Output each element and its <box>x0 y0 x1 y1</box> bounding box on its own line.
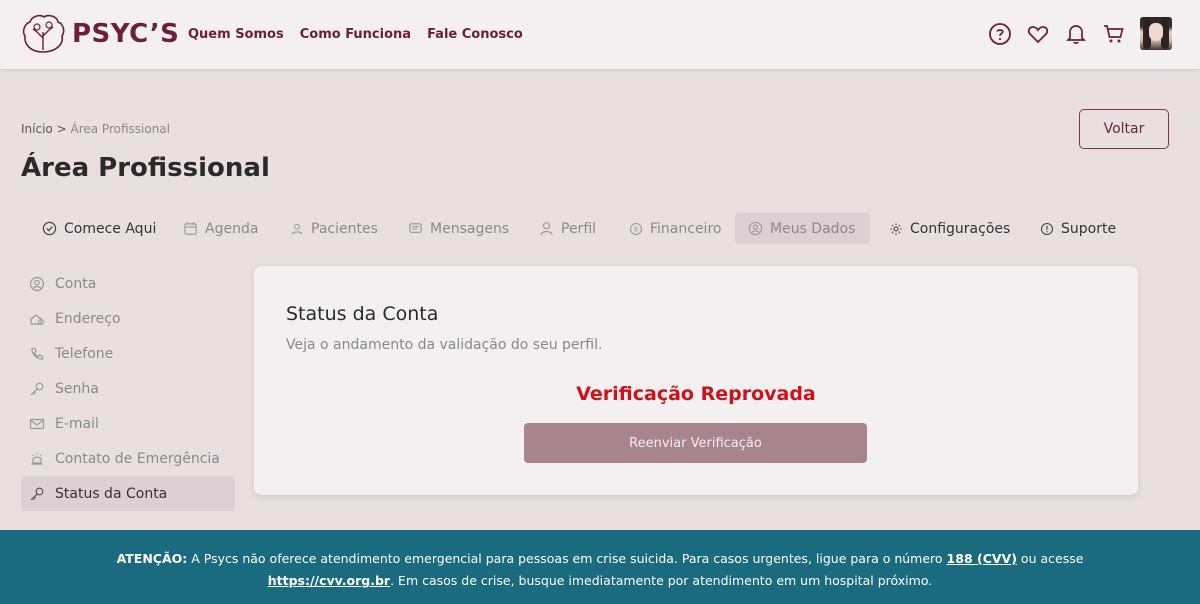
tab-mensagens[interactable]: Mensagens <box>395 213 522 244</box>
breadcrumb-separator: > <box>56 122 67 136</box>
heart-icon[interactable] <box>1026 22 1050 46</box>
footer-text-3: . Em casos de crise, busque imediatament… <box>390 573 933 588</box>
breadcrumb-current: Área Profissional <box>70 122 170 136</box>
dollar-icon: $ <box>629 222 643 235</box>
emergency-notice-footer: ATENÇÃO: A Psycs não oferece atendimento… <box>0 530 1200 604</box>
phone-icon <box>31 347 44 360</box>
side-item-label: Status da Conta <box>55 485 168 502</box>
footer-text-1: A Psycs não oferece atendimento emergenc… <box>187 551 947 566</box>
svg-text:$: $ <box>634 225 638 233</box>
home-icon <box>30 313 45 325</box>
page-title: Área Profissional <box>21 153 270 183</box>
tab-label: Perfil <box>561 220 597 237</box>
cart-icon[interactable] <box>1102 22 1126 46</box>
tab-meus-dados[interactable]: Meus Dados <box>735 213 870 244</box>
mail-icon <box>29 418 45 429</box>
breadcrumb: Início > Área Profissional <box>21 122 170 136</box>
footer-text-2: ou acesse <box>1016 551 1084 566</box>
tab-perfil[interactable]: Perfil <box>526 213 609 244</box>
side-item-label: E-mail <box>55 415 99 432</box>
nav-quem-somos[interactable]: Quem Somos <box>188 27 284 42</box>
brand-name: PSYC’S <box>72 19 180 49</box>
resend-verification-button[interactable]: Reenviar Verificação <box>524 423 867 463</box>
tab-comece-aqui[interactable]: Comece Aqui <box>29 213 169 244</box>
card-subtitle: Veja o andamento da validação do seu per… <box>286 337 603 353</box>
nav-como-funciona[interactable]: Como Funciona <box>300 27 411 42</box>
user-icon <box>291 223 303 234</box>
user-circle-icon <box>748 221 763 236</box>
avatar[interactable] <box>1140 17 1172 50</box>
tab-label: Comece Aqui <box>64 220 157 237</box>
user-circle-icon <box>29 276 45 291</box>
side-menu: Conta Endereço Telefone Senha E-mail Con… <box>21 266 235 511</box>
bell-icon[interactable] <box>1064 22 1088 46</box>
tab-configuracoes[interactable]: Configurações <box>876 213 1023 244</box>
side-item-label: Contato de Emergência <box>55 450 220 467</box>
gear-icon <box>890 222 902 235</box>
breadcrumb-home[interactable]: Início <box>21 122 53 136</box>
side-item-endereco[interactable]: Endereço <box>21 301 235 336</box>
tab-label: Mensagens <box>430 220 510 237</box>
tab-label: Configurações <box>910 220 1011 237</box>
side-item-label: Conta <box>55 275 97 292</box>
side-item-senha[interactable]: Senha <box>21 371 235 406</box>
message-icon <box>409 223 422 233</box>
key-icon <box>30 382 44 395</box>
calendar-icon <box>184 222 197 235</box>
tab-bar: Comece Aqui Agenda Pacientes Mensagens P… <box>0 213 1200 244</box>
info-icon <box>1040 222 1054 235</box>
alarm-icon <box>31 453 43 465</box>
card-title: Status da Conta <box>286 303 439 325</box>
side-item-label: Telefone <box>55 345 114 362</box>
logo[interactable]: PSYC’S <box>20 12 179 56</box>
tab-suporte[interactable]: Suporte <box>1027 213 1129 244</box>
tab-label: Agenda <box>205 220 259 237</box>
footer-line: https://cvv.org.br. Em casos de crise, b… <box>0 570 1200 592</box>
tab-label: Pacientes <box>311 220 378 237</box>
side-item-conta[interactable]: Conta <box>21 266 235 301</box>
header-actions <box>988 17 1172 50</box>
cvv-site-link[interactable]: https://cvv.org.br <box>268 573 390 588</box>
nav-fale-conosco[interactable]: Fale Conosco <box>427 27 523 42</box>
tab-label: Financeiro <box>650 220 722 237</box>
cvv-phone-link[interactable]: 188 (CVV) <box>947 551 1017 566</box>
person-icon <box>540 222 553 236</box>
top-header: PSYC’S Quem Somos Como Funciona Fale Con… <box>0 0 1200 69</box>
side-item-contato-emergencia[interactable]: Contato de Emergência <box>21 441 235 476</box>
attention-label: ATENÇÃO: <box>116 551 188 566</box>
brain-logo-icon <box>22 14 65 53</box>
side-item-label: Senha <box>55 380 99 397</box>
tab-label: Meus Dados <box>770 220 856 237</box>
side-item-telefone[interactable]: Telefone <box>21 336 235 371</box>
side-item-status-conta[interactable]: Status da Conta <box>21 476 235 511</box>
help-icon[interactable] <box>988 22 1012 46</box>
tab-label: Suporte <box>1061 220 1117 237</box>
side-item-label: Endereço <box>55 310 121 327</box>
top-nav: Quem Somos Como Funciona Fale Conosco <box>188 27 523 42</box>
verification-status: Verificação Reprovada <box>576 383 816 405</box>
side-item-email[interactable]: E-mail <box>21 406 235 441</box>
back-button[interactable]: Voltar <box>1079 109 1169 149</box>
tab-financeiro[interactable]: $ Financeiro <box>616 213 734 244</box>
tab-pacientes[interactable]: Pacientes <box>277 213 391 244</box>
key-icon <box>30 487 44 500</box>
tab-agenda[interactable]: Agenda <box>170 213 271 244</box>
account-status-card: Status da Conta Veja o andamento da vali… <box>254 266 1138 495</box>
check-circle-icon <box>42 221 57 236</box>
footer-line: ATENÇÃO: A Psycs não oferece atendimento… <box>0 548 1200 570</box>
